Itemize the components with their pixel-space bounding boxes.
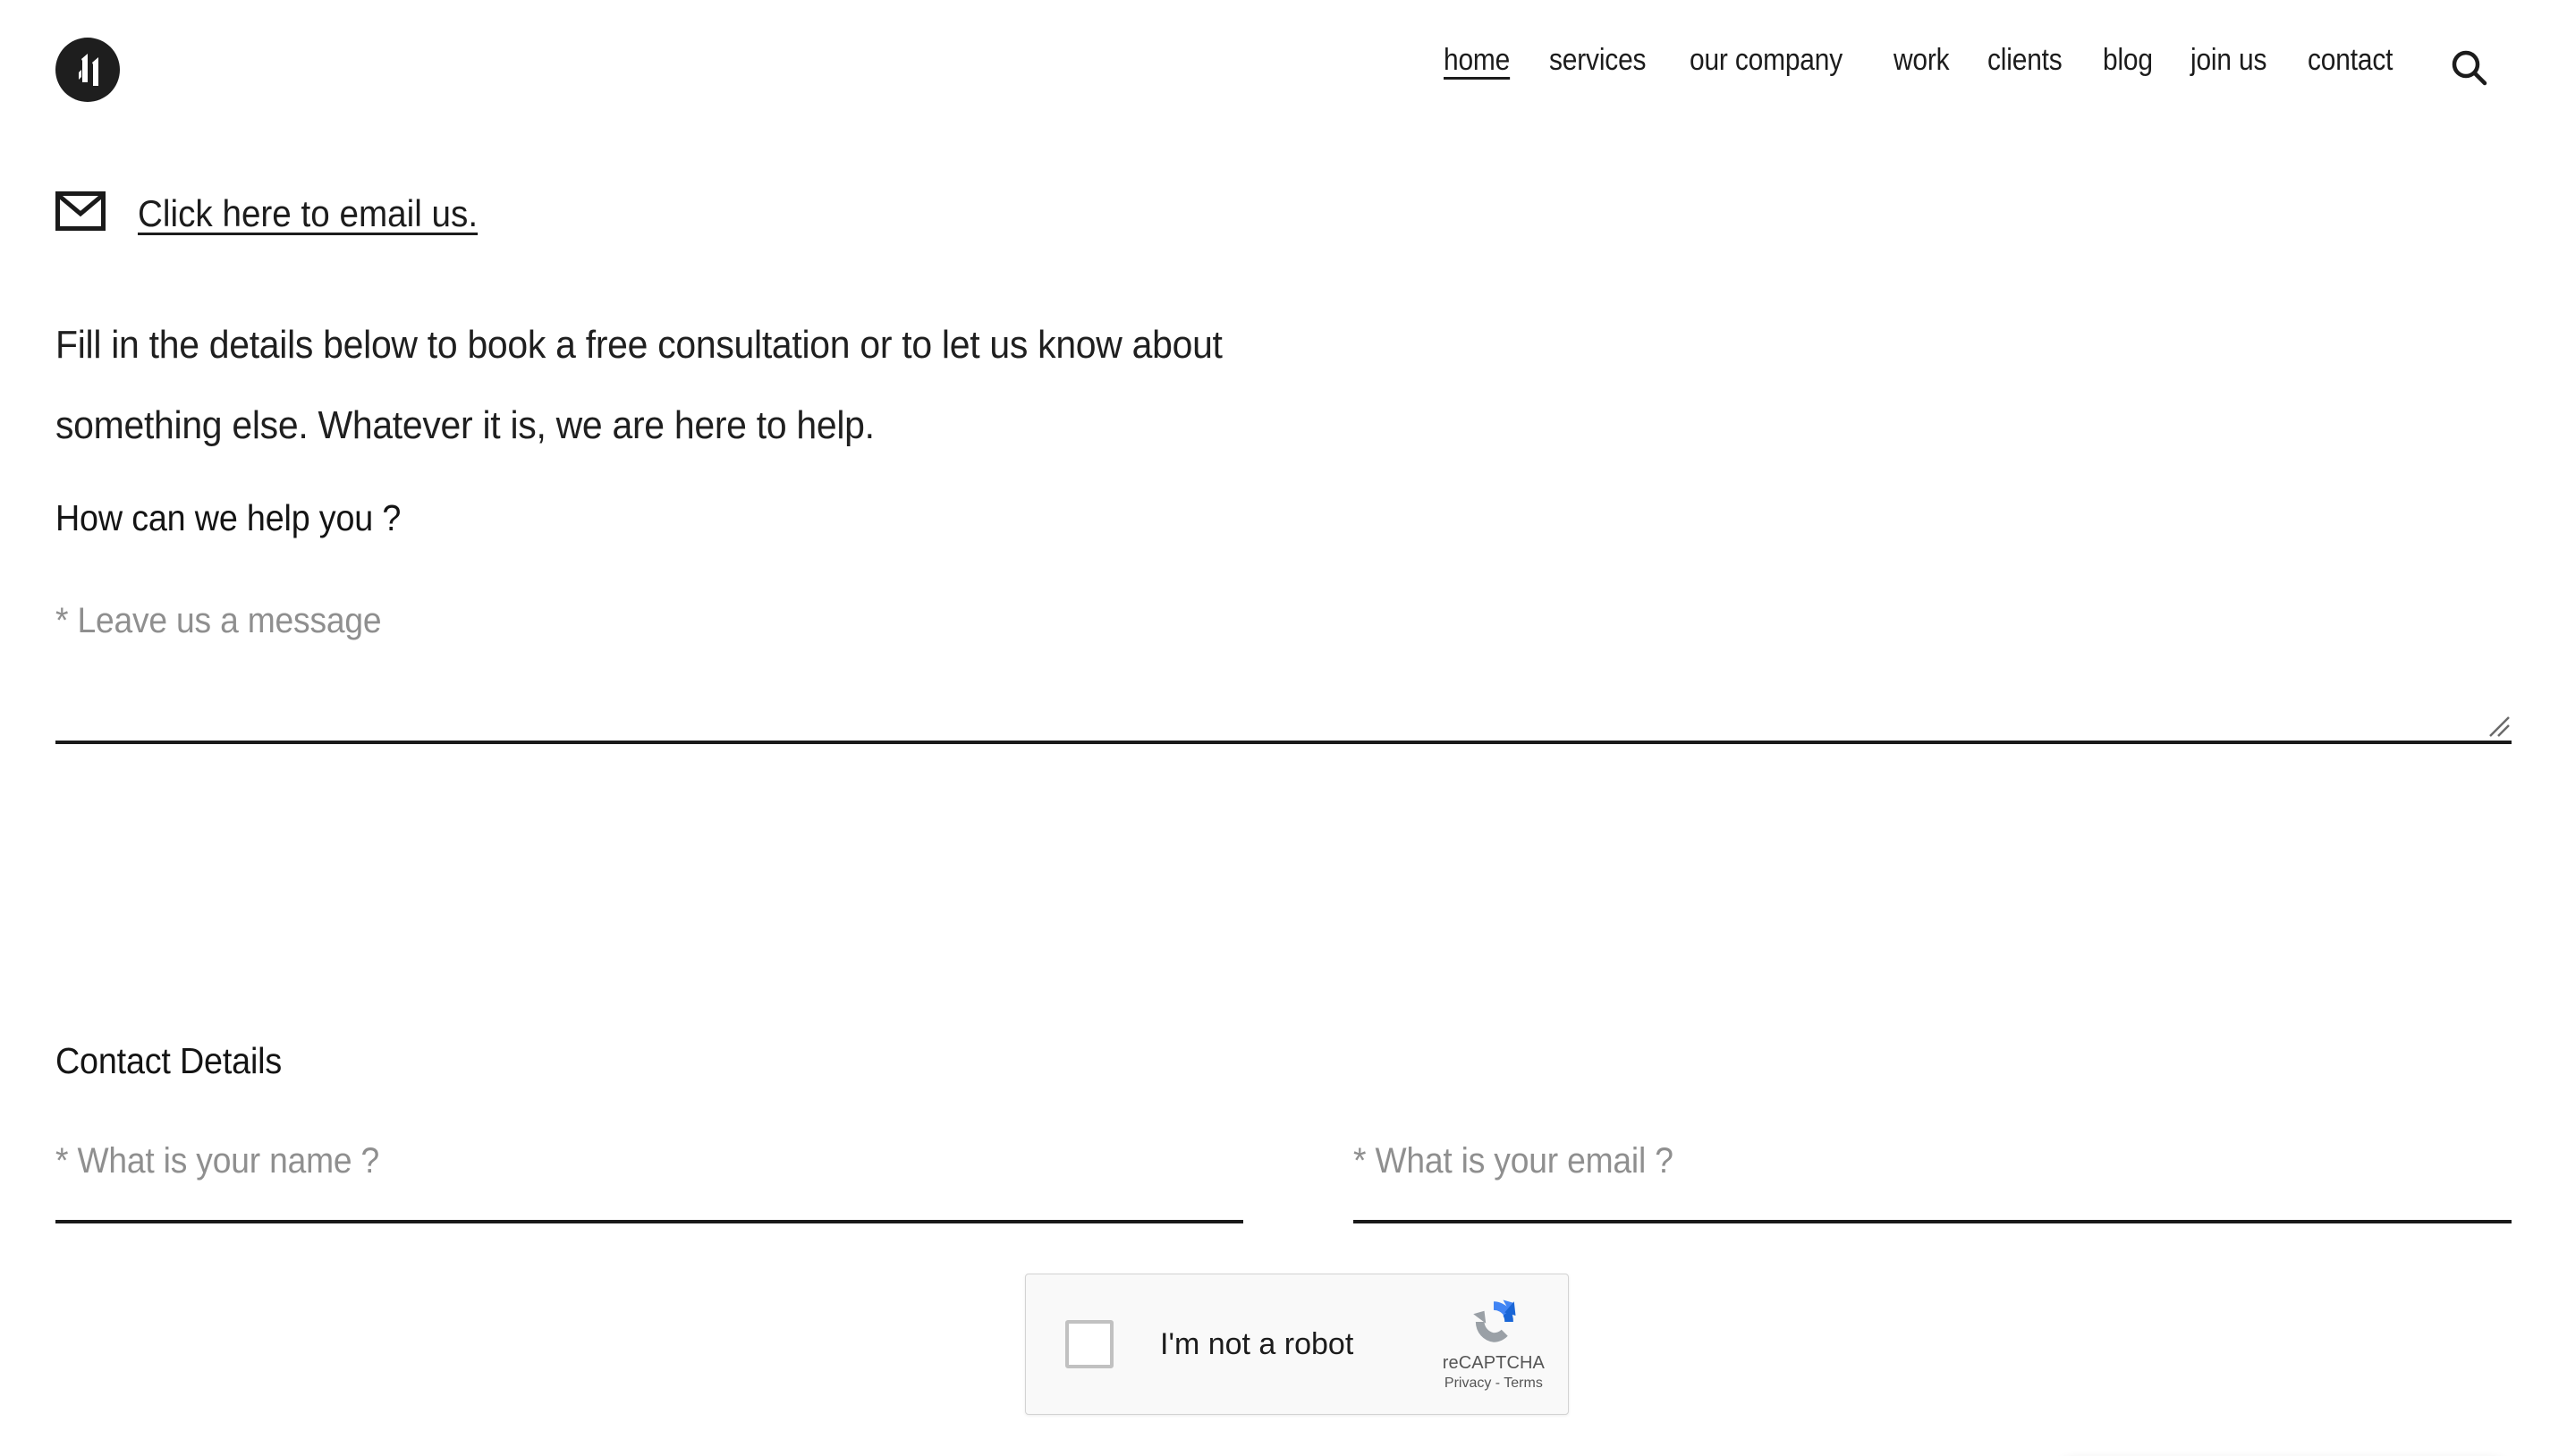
brand-logo[interactable] — [55, 38, 120, 102]
help-section-heading: How can we help you ? — [55, 497, 402, 538]
intro-paragraph: Fill in the details below to book a free… — [55, 323, 1223, 447]
recaptcha-brand-name: reCAPTCHA — [1442, 1353, 1545, 1373]
nav-item-work[interactable]: work — [1893, 45, 1950, 75]
search-button[interactable] — [2444, 43, 2495, 95]
nav-item-our-company[interactable]: our company — [1690, 45, 1843, 75]
nav-item-contact[interactable]: contact — [2308, 45, 2393, 75]
name-field[interactable]: * What is your name ? — [55, 1130, 1243, 1223]
nav-item-join-us[interactable]: join us — [2190, 45, 2266, 75]
email-placeholder: * What is your email ? — [1353, 1141, 1673, 1181]
message-field[interactable]: * Leave us a message — [55, 587, 2512, 744]
recaptcha-logo-icon — [1469, 1297, 1519, 1351]
nav-item-services[interactable]: services — [1549, 45, 1647, 75]
message-placeholder: * Leave us a message — [55, 601, 382, 640]
recaptcha-checkbox[interactable] — [1065, 1320, 1114, 1368]
main-nav: home services our company work clients b… — [1444, 45, 2404, 75]
search-icon — [2448, 47, 2491, 92]
name-placeholder: * What is your name ? — [55, 1141, 380, 1181]
contact-section-heading: Contact Details — [55, 1040, 283, 1081]
recaptcha-privacy-link[interactable]: Privacy — [1444, 1376, 1491, 1391]
site-header: home services our company work clients b… — [0, 0, 2567, 140]
email-field[interactable]: * What is your email ? — [1353, 1130, 2512, 1223]
eleven-logo-icon — [70, 50, 106, 89]
email-us-link-label[interactable]: Click here to email us. — [138, 192, 478, 235]
textarea-resize-handle[interactable] — [2485, 712, 2512, 739]
recaptcha-legal-separator: - — [1491, 1376, 1504, 1391]
nav-item-blog[interactable]: blog — [2103, 45, 2153, 75]
nav-item-clients[interactable]: clients — [1987, 45, 2063, 75]
recaptcha-legal: Privacy - Terms — [1444, 1376, 1543, 1392]
recaptcha-label: I'm not a robot — [1160, 1326, 1354, 1361]
email-us-link[interactable]: Click here to email us. — [55, 191, 507, 235]
recaptcha-widget[interactable]: I'm not a robot reCAPTCHA Privacy - Term… — [1025, 1274, 1569, 1415]
envelope-icon — [55, 191, 106, 235]
recaptcha-brand: reCAPTCHA Privacy - Terms — [1443, 1297, 1545, 1392]
recaptcha-terms-link[interactable]: Terms — [1504, 1376, 1543, 1391]
nav-item-home[interactable]: home — [1444, 45, 1510, 75]
